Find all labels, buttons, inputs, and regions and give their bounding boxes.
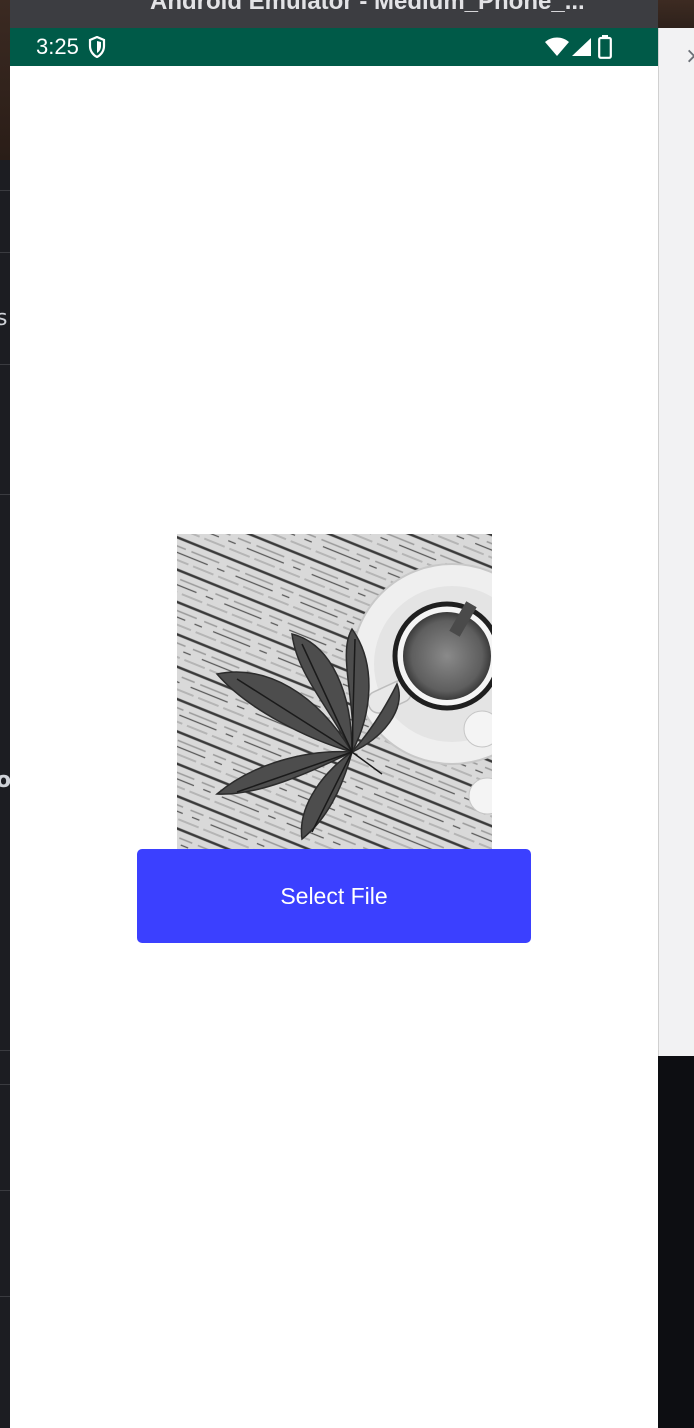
divider xyxy=(0,190,10,191)
photo-leaf-coffee-icon xyxy=(177,534,492,849)
divider xyxy=(0,364,10,365)
side-panel-bottom xyxy=(658,1056,694,1428)
left-strip-background xyxy=(0,0,10,160)
divider xyxy=(0,1050,10,1051)
status-time: 3:25 xyxy=(36,34,79,59)
status-bar: 3:25 xyxy=(10,28,658,66)
selected-image xyxy=(177,534,492,849)
close-icon[interactable]: × xyxy=(685,44,694,69)
divider xyxy=(0,1084,10,1085)
select-file-button[interactable]: Select File xyxy=(137,849,531,943)
signal-icon xyxy=(572,38,591,56)
divider xyxy=(0,494,10,495)
divider xyxy=(0,252,10,253)
left-ide-strip: s o xyxy=(0,0,11,1428)
battery-icon xyxy=(598,35,612,59)
left-strip-glyph: s xyxy=(0,306,8,331)
divider xyxy=(0,1296,10,1297)
phone-screen: 3:25 Select File xyxy=(10,28,658,1428)
wifi-icon xyxy=(545,37,569,56)
desktop: s o × Android Emulator - Medium_Phone_..… xyxy=(0,0,694,1428)
side-panel: × xyxy=(658,28,694,1056)
background-window-strip xyxy=(658,0,694,28)
emulator-title-bar[interactable]: Android Emulator - Medium_Phone_... xyxy=(10,0,658,28)
emulator-title: Android Emulator - Medium_Phone_... xyxy=(150,0,585,15)
shield-icon xyxy=(88,36,106,58)
divider xyxy=(0,1190,10,1191)
